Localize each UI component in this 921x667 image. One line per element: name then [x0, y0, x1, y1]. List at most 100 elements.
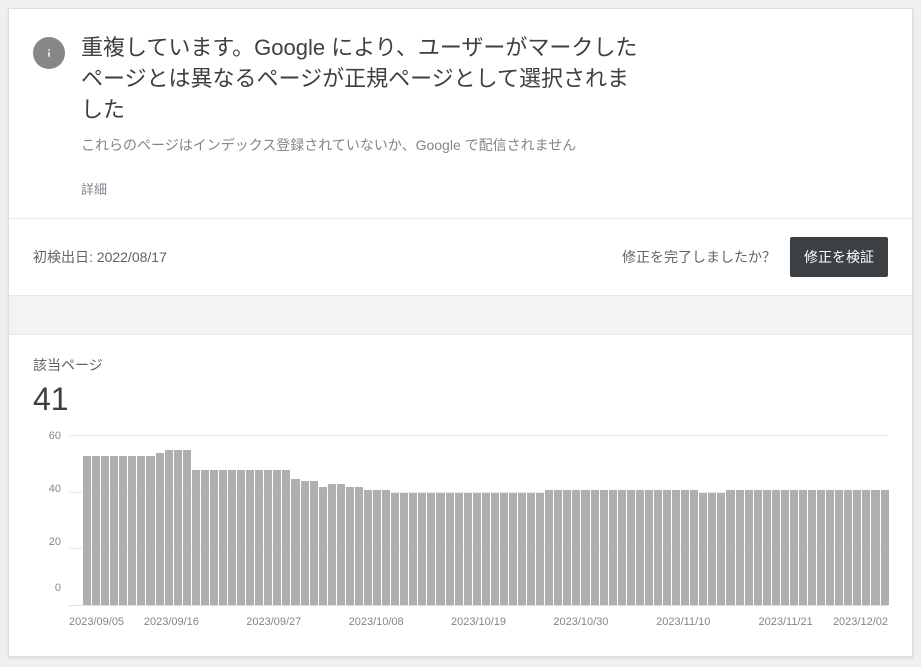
header: 重複しています。Google により、ユーザーがマークしたページとは異なるページ…	[9, 9, 912, 218]
bar	[609, 490, 617, 605]
bar	[871, 490, 879, 605]
bar	[745, 490, 753, 605]
first-detected: 初検出日: 2022/08/17	[33, 247, 167, 267]
bar	[237, 470, 245, 605]
bar	[291, 479, 299, 606]
bar	[636, 490, 644, 605]
meta-row: 初検出日: 2022/08/17 修正を完了しましたか？ 修正を検証	[9, 218, 912, 295]
y-tick: 40	[33, 483, 61, 495]
first-detected-value: 2022/08/17	[97, 249, 167, 265]
x-tick: 2023/11/10	[656, 616, 710, 628]
bar	[446, 493, 454, 606]
bar	[654, 490, 662, 605]
bar	[355, 487, 363, 605]
bar	[681, 490, 689, 605]
bar	[192, 470, 200, 605]
bar	[754, 490, 762, 605]
bar	[572, 490, 580, 605]
x-tick: 2023/10/19	[451, 616, 506, 628]
bar	[763, 490, 771, 605]
bar	[600, 490, 608, 605]
bar	[663, 490, 671, 605]
bar	[183, 450, 191, 605]
bar	[391, 493, 399, 606]
bar	[346, 487, 354, 605]
bar	[627, 490, 635, 605]
bar	[726, 490, 734, 605]
bar	[146, 456, 154, 605]
bar	[264, 470, 272, 605]
bar	[491, 493, 499, 606]
issue-title: 重複しています。Google により、ユーザーがマークしたページとは異なるページ…	[81, 33, 641, 125]
bar	[418, 493, 426, 606]
chart: 6040200 2023/09/052023/09/162023/09/2720…	[9, 426, 912, 656]
bar	[92, 456, 100, 605]
affected-pages-value: 41	[33, 381, 888, 418]
bar	[500, 493, 508, 606]
bar	[310, 481, 318, 605]
plot-area	[69, 436, 888, 606]
validate-fix-button[interactable]: 修正を検証	[790, 237, 888, 277]
bar	[101, 456, 109, 605]
bar	[645, 490, 653, 605]
bar	[826, 490, 834, 605]
bar	[509, 493, 517, 606]
bar	[219, 470, 227, 605]
bar	[328, 484, 336, 605]
bar	[455, 493, 463, 606]
bar	[835, 490, 843, 605]
bar	[853, 490, 861, 605]
bar	[518, 493, 526, 606]
bar	[255, 470, 263, 605]
y-axis: 6040200	[33, 436, 61, 606]
details-link[interactable]: 詳細	[81, 179, 888, 198]
fix-question: 修正を完了しましたか？	[622, 247, 776, 267]
bar	[527, 493, 535, 606]
bar	[808, 490, 816, 605]
bar	[156, 453, 164, 605]
bar	[799, 490, 807, 605]
x-tick: 2023/09/16	[144, 616, 199, 628]
bar	[581, 490, 589, 605]
spacer	[9, 295, 912, 335]
bar	[382, 490, 390, 605]
x-tick: 2023/09/27	[246, 616, 301, 628]
bar	[844, 490, 852, 605]
first-detected-label: 初検出日:	[33, 249, 93, 265]
x-tick: 2023/12/02	[833, 616, 888, 628]
issue-subtitle: これらのページはインデックス登録されていないか、Google で配信されません	[81, 135, 888, 155]
bar	[319, 487, 327, 605]
bar	[110, 456, 118, 605]
bar	[554, 490, 562, 605]
x-tick: 2023/09/05	[69, 616, 124, 628]
bar	[409, 493, 417, 606]
bar	[83, 456, 91, 605]
bar	[137, 456, 145, 605]
bar	[699, 493, 707, 606]
bar	[364, 490, 372, 605]
bar	[427, 493, 435, 606]
bar	[246, 470, 254, 605]
bar	[482, 493, 490, 606]
bar	[736, 490, 744, 605]
bar	[210, 470, 218, 605]
bar	[536, 493, 544, 606]
bar	[436, 493, 444, 606]
bar	[817, 490, 825, 605]
bar	[165, 450, 173, 605]
meta-right: 修正を完了しましたか？ 修正を検証	[622, 237, 888, 277]
y-tick: 20	[33, 536, 61, 548]
bar	[790, 490, 798, 605]
bar	[337, 484, 345, 605]
report-card: 重複しています。Google により、ユーザーがマークしたページとは異なるページ…	[8, 8, 913, 657]
bar	[690, 490, 698, 605]
bars	[69, 436, 888, 605]
bar	[400, 493, 408, 606]
bar	[228, 470, 236, 605]
bar	[282, 470, 290, 605]
bar	[464, 493, 472, 606]
bar	[591, 490, 599, 605]
bar	[772, 490, 780, 605]
bar	[618, 490, 626, 605]
y-tick: 60	[33, 430, 61, 442]
